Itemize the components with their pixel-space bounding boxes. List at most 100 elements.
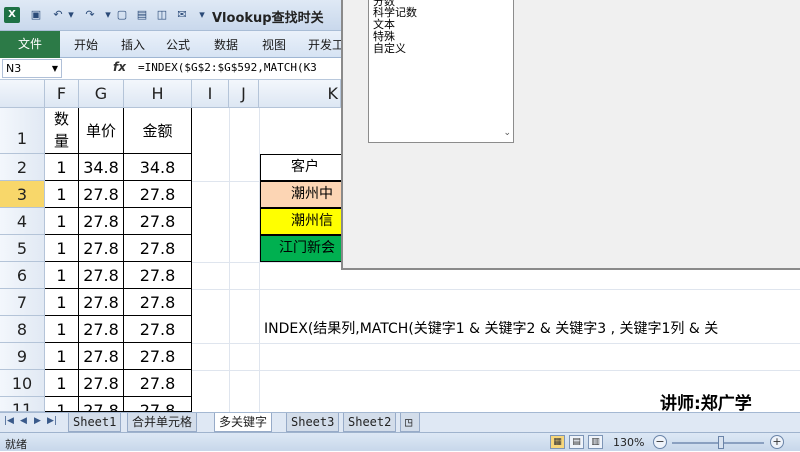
cell-amount[interactable]: 27.8 — [124, 397, 192, 412]
row-header-5[interactable]: 5 — [0, 235, 45, 262]
header-cell-amount[interactable]: 金额 — [124, 108, 192, 154]
gridline — [192, 370, 800, 371]
excel-logo-icon: X — [4, 7, 20, 23]
cell-qty[interactable]: 1 — [45, 343, 79, 370]
column-header-g[interactable]: G — [79, 80, 124, 108]
row-header-1[interactable]: 1 — [0, 108, 45, 154]
first-sheet-icon[interactable]: |◀ — [4, 416, 14, 426]
row-header-4[interactable]: 4 — [0, 208, 45, 235]
cell-amount[interactable]: 27.8 — [124, 289, 192, 316]
cell-qty[interactable]: 1 — [45, 181, 79, 208]
customer-cell-1[interactable]: 潮州中 — [260, 181, 342, 208]
insert-function-icon[interactable]: fx — [113, 60, 126, 74]
column-header-i[interactable]: I — [192, 80, 229, 108]
row-header-11[interactable]: 11 — [0, 397, 45, 412]
sheet-tab-merged-cells[interactable]: 合并单元格 — [127, 413, 198, 432]
cell-amount[interactable]: 34.8 — [124, 154, 192, 181]
prev-sheet-icon[interactable]: ◀ — [20, 416, 27, 426]
cell-unit-price[interactable]: 27.8 — [79, 289, 124, 316]
customer-cell-3[interactable]: 江门新会 — [260, 235, 342, 262]
customer-header[interactable]: 客户 — [260, 154, 342, 181]
tab-file[interactable]: 文件 — [0, 31, 60, 58]
cell-qty[interactable]: 1 — [45, 289, 79, 316]
tab-formulas[interactable]: 公式 — [166, 36, 190, 53]
cell-qty[interactable]: 1 — [45, 370, 79, 397]
cell-amount[interactable]: 27.8 — [124, 181, 192, 208]
cell-qty[interactable]: 1 — [45, 235, 79, 262]
zoom-slider-thumb[interactable] — [717, 436, 724, 449]
page-break-view-icon[interactable]: ▥ — [588, 435, 603, 449]
insert-sheet-icon[interactable]: ◳ — [400, 413, 420, 432]
tab-developer[interactable]: 开发工 — [308, 36, 344, 53]
row-header-10[interactable]: 10 — [0, 370, 45, 397]
tab-insert[interactable]: 插入 — [121, 36, 145, 53]
cell-unit-price[interactable]: 27.8 — [79, 181, 124, 208]
name-box-value: N3 — [6, 62, 22, 75]
cell-unit-price[interactable]: 27.8 — [79, 262, 124, 289]
column-header-j[interactable]: J — [229, 80, 259, 108]
list-item[interactable]: 自定义 — [373, 43, 406, 55]
cell-unit-price[interactable]: 27.8 — [79, 370, 124, 397]
last-sheet-icon[interactable]: ▶| — [47, 416, 57, 426]
cell-unit-price[interactable]: 27.8 — [79, 343, 124, 370]
print-preview-icon[interactable]: ◫ — [154, 7, 170, 23]
column-header-h[interactable]: H — [124, 80, 192, 108]
name-box[interactable]: N3 ▼ — [2, 59, 62, 78]
column-header-k[interactable]: K — [259, 80, 341, 108]
row-header-8[interactable]: 8 — [0, 316, 45, 343]
cell-amount[interactable]: 27.8 — [124, 208, 192, 235]
row-header-6[interactable]: 6 — [0, 262, 45, 289]
customize-toolbar-icon[interactable]: ▾ — [194, 7, 210, 23]
row-header-3[interactable]: 3 — [0, 181, 45, 208]
redo-icon[interactable]: ↷ — [82, 7, 98, 23]
header-cell-unit-price[interactable]: 单价 — [79, 108, 124, 154]
cell-unit-price[interactable]: 27.8 — [79, 397, 124, 412]
row-header-9[interactable]: 9 — [0, 343, 45, 370]
zoom-in-icon[interactable]: + — [770, 435, 784, 449]
cell-unit-price[interactable]: 27.8 — [79, 316, 124, 343]
new-document-icon[interactable]: ▢ — [114, 7, 130, 23]
tab-home[interactable]: 开始 — [74, 36, 98, 53]
select-all-corner[interactable] — [0, 80, 45, 108]
cell-amount[interactable]: 27.8 — [124, 262, 192, 289]
sheet-tab-sheet1[interactable]: Sheet1 — [68, 413, 122, 432]
cell-qty[interactable]: 1 — [45, 154, 79, 181]
cell-amount[interactable]: 27.8 — [124, 235, 192, 262]
cell-qty[interactable]: 1 — [45, 397, 79, 412]
cell-unit-price[interactable]: 27.8 — [79, 208, 124, 235]
column-header-f[interactable]: F — [45, 80, 79, 108]
cell-amount[interactable]: 27.8 — [124, 370, 192, 397]
sheet-tab-sheet2[interactable]: Sheet2 — [343, 413, 397, 432]
cell-qty[interactable]: 1 — [45, 262, 79, 289]
formula-note: INDEX(结果列,MATCH(关键字1 & 关键字2 & 关键字3 , 关键字… — [264, 321, 719, 337]
cell-amount[interactable]: 27.8 — [124, 316, 192, 343]
open-folder-icon[interactable]: ▤ — [134, 7, 150, 23]
sheet-tab-sheet3[interactable]: Sheet3 — [286, 413, 340, 432]
cell-unit-price[interactable]: 27.8 — [79, 235, 124, 262]
formula-input[interactable]: =INDEX($G$2:$G$592,MATCH(K3 — [138, 61, 317, 74]
cell-qty[interactable]: 1 — [45, 316, 79, 343]
category-listbox[interactable]: 分数 科学记数 文本 特殊 自定义 ⌄ — [368, 0, 514, 143]
next-sheet-icon[interactable]: ▶ — [34, 416, 41, 426]
save-icon[interactable]: ▣ — [28, 7, 44, 23]
normal-view-icon[interactable]: ▦ — [550, 435, 565, 449]
header-cell-qty[interactable]: 数 量 — [45, 108, 79, 154]
cell-qty[interactable]: 1 — [45, 208, 79, 235]
cell-amount[interactable]: 27.8 — [124, 343, 192, 370]
sheet-tab-multi-key[interactable]: 多关键字 — [214, 413, 273, 432]
format-cells-dialog: 分数 科学记数 文本 特殊 自定义 ⌄ — [341, 0, 800, 270]
tab-data[interactable]: 数据 — [214, 36, 238, 53]
chevron-down-icon[interactable]: ▼ — [52, 60, 58, 77]
page-layout-icon[interactable]: ▤ — [569, 435, 584, 449]
lecturer-label: 讲师:郑广学 — [660, 394, 752, 414]
cell-unit-price[interactable]: 34.8 — [79, 154, 124, 181]
row-header-7[interactable]: 7 — [0, 289, 45, 316]
customer-cell-2[interactable]: 潮州信 — [260, 208, 342, 235]
scroll-down-icon[interactable]: ⌄ — [503, 128, 511, 138]
zoom-out-icon[interactable]: − — [653, 435, 667, 449]
tab-view[interactable]: 视图 — [262, 36, 286, 53]
undo-dropdown-icon[interactable]: ▾ — [63, 7, 79, 23]
zoom-level[interactable]: 130% — [613, 436, 644, 449]
email-icon[interactable]: ✉ — [174, 7, 190, 23]
row-header-2[interactable]: 2 — [0, 154, 45, 181]
